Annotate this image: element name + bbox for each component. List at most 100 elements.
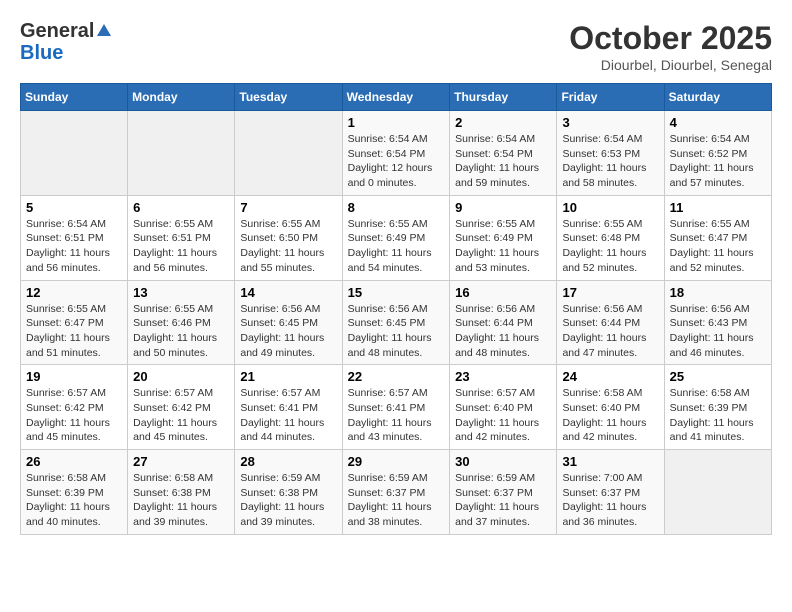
day-number: 21 [240,369,336,384]
day-info: Sunrise: 6:55 AMSunset: 6:49 PMDaylight:… [455,217,551,276]
calendar-cell: 14 Sunrise: 6:56 AMSunset: 6:45 PMDayligh… [235,280,342,365]
day-info: Sunrise: 6:57 AMSunset: 6:41 PMDaylight:… [240,386,336,445]
calendar-cell: 17Sunrise: 6:56 AMSunset: 6:44 PMDayligh… [557,280,664,365]
calendar-cell: 22Sunrise: 6:57 AMSunset: 6:41 PMDayligh… [342,365,450,450]
day-info: Sunrise: 7:00 AMSunset: 6:37 PMDaylight:… [562,471,658,530]
day-info: Sunrise: 6:56 AMSunset: 6:43 PMDaylight:… [670,302,766,361]
day-number: 17 [562,285,658,300]
day-info: Sunrise: 6:54 AMSunset: 6:53 PMDaylight:… [562,132,658,191]
day-number: 2 [455,115,551,130]
day-number: 22 [348,369,445,384]
day-info: Sunrise: 6:58 AMSunset: 6:40 PMDaylight:… [562,386,658,445]
page-header: General Blue October 2025 Diourbel, Diou… [20,20,772,73]
day-number: 15 [348,285,445,300]
calendar-cell: 11 Sunrise: 6:55 AMSunset: 6:47 PMDayligh… [664,195,771,280]
calendar-cell: 9 Sunrise: 6:55 AMSunset: 6:49 PMDaylight… [450,195,557,280]
day-number: 31 [562,454,658,469]
day-info: Sunrise: 6:59 AMSunset: 6:37 PMDaylight:… [348,471,445,530]
day-number: 29 [348,454,445,469]
day-number: 10 [562,200,658,215]
calendar-cell: 5Sunrise: 6:54 AMSunset: 6:51 PMDaylight… [21,195,128,280]
calendar-cell: 6 Sunrise: 6:55 AMSunset: 6:51 PMDaylight… [128,195,235,280]
day-number: 9 [455,200,551,215]
day-info: Sunrise: 6:58 AMSunset: 6:39 PMDaylight:… [670,386,766,445]
day-info: Sunrise: 6:55 AMSunset: 6:47 PMDaylight:… [26,302,122,361]
logo-line2: Blue [20,42,111,64]
day-info: Sunrise: 6:59 AMSunset: 6:38 PMDaylight:… [240,471,336,530]
header-row: Sunday Monday Tuesday Wednesday Thursday… [21,84,772,111]
day-info: Sunrise: 6:57 AMSunset: 6:40 PMDaylight:… [455,386,551,445]
calendar-cell: 19 Sunrise: 6:57 AMSunset: 6:42 PMDayligh… [21,365,128,450]
day-number: 23 [455,369,551,384]
day-number: 3 [562,115,658,130]
day-info: Sunrise: 6:54 AMSunset: 6:54 PMDaylight:… [455,132,551,191]
calendar-cell: 31 Sunrise: 7:00 AMSunset: 6:37 PMDayligh… [557,450,664,535]
col-thursday: Thursday [450,84,557,111]
day-number: 6 [133,200,229,215]
day-info: Sunrise: 6:57 AMSunset: 6:42 PMDaylight:… [26,386,122,445]
calendar-cell [21,111,128,196]
logo: General Blue [20,20,111,64]
calendar-subtitle: Diourbel, Diourbel, Senegal [569,57,772,73]
calendar-cell: 18Sunrise: 6:56 AMSunset: 6:43 PMDayligh… [664,280,771,365]
calendar-cell [235,111,342,196]
day-number: 8 [348,200,445,215]
day-info: Sunrise: 6:57 AMSunset: 6:42 PMDaylight:… [133,386,229,445]
col-sunday: Sunday [21,84,128,111]
calendar-cell: 30 Sunrise: 6:59 AMSunset: 6:37 PMDayligh… [450,450,557,535]
col-wednesday: Wednesday [342,84,450,111]
day-info: Sunrise: 6:56 AMSunset: 6:45 PMDaylight:… [348,302,445,361]
calendar-cell: 21 Sunrise: 6:57 AMSunset: 6:41 PMDayligh… [235,365,342,450]
day-number: 26 [26,454,122,469]
calendar-cell: 12 Sunrise: 6:55 AMSunset: 6:47 PMDayligh… [21,280,128,365]
calendar-cell: 29 Sunrise: 6:59 AMSunset: 6:37 PMDayligh… [342,450,450,535]
day-info: Sunrise: 6:55 AMSunset: 6:51 PMDaylight:… [133,217,229,276]
calendar-week-3: 12 Sunrise: 6:55 AMSunset: 6:47 PMDayligh… [21,280,772,365]
day-info: Sunrise: 6:58 AMSunset: 6:39 PMDaylight:… [26,471,122,530]
calendar-week-1: 1 Sunrise: 6:54 AMSunset: 6:54 PMDaylight… [21,111,772,196]
day-info: Sunrise: 6:55 AMSunset: 6:47 PMDaylight:… [670,217,766,276]
day-info: Sunrise: 6:56 AMSunset: 6:44 PMDaylight:… [455,302,551,361]
col-friday: Friday [557,84,664,111]
calendar-table: Sunday Monday Tuesday Wednesday Thursday… [20,83,772,535]
day-info: Sunrise: 6:55 AMSunset: 6:50 PMDaylight:… [240,217,336,276]
day-info: Sunrise: 6:54 AMSunset: 6:51 PMDaylight:… [26,217,122,276]
calendar-cell: 20 Sunrise: 6:57 AMSunset: 6:42 PMDayligh… [128,365,235,450]
day-number: 7 [240,200,336,215]
calendar-cell: 1 Sunrise: 6:54 AMSunset: 6:54 PMDaylight… [342,111,450,196]
calendar-header: Sunday Monday Tuesday Wednesday Thursday… [21,84,772,111]
calendar-cell: 10 Sunrise: 6:55 AMSunset: 6:48 PMDayligh… [557,195,664,280]
calendar-cell: 7 Sunrise: 6:55 AMSunset: 6:50 PMDaylight… [235,195,342,280]
day-number: 28 [240,454,336,469]
calendar-cell: 27Sunrise: 6:58 AMSunset: 6:38 PMDayligh… [128,450,235,535]
day-info: Sunrise: 6:55 AMSunset: 6:48 PMDaylight:… [562,217,658,276]
day-number: 27 [133,454,229,469]
day-info: Sunrise: 6:54 AMSunset: 6:54 PMDaylight:… [348,132,445,191]
calendar-cell: 24Sunrise: 6:58 AMSunset: 6:40 PMDayligh… [557,365,664,450]
day-number: 30 [455,454,551,469]
calendar-title: October 2025 [569,20,772,57]
day-number: 20 [133,369,229,384]
col-monday: Monday [128,84,235,111]
day-info: Sunrise: 6:54 AMSunset: 6:52 PMDaylight:… [670,132,766,191]
calendar-cell: 8Sunrise: 6:55 AMSunset: 6:49 PMDaylight… [342,195,450,280]
calendar-cell: 15 Sunrise: 6:56 AMSunset: 6:45 PMDayligh… [342,280,450,365]
day-number: 1 [348,115,445,130]
calendar-cell: 16Sunrise: 6:56 AMSunset: 6:44 PMDayligh… [450,280,557,365]
title-block: October 2025 Diourbel, Diourbel, Senegal [569,20,772,73]
logo-line1: General [20,20,111,42]
calendar-cell: 26 Sunrise: 6:58 AMSunset: 6:39 PMDayligh… [21,450,128,535]
day-number: 13 [133,285,229,300]
day-number: 11 [670,200,766,215]
day-number: 12 [26,285,122,300]
day-info: Sunrise: 6:59 AMSunset: 6:37 PMDaylight:… [455,471,551,530]
day-number: 14 [240,285,336,300]
day-info: Sunrise: 6:55 AMSunset: 6:46 PMDaylight:… [133,302,229,361]
col-saturday: Saturday [664,84,771,111]
day-number: 4 [670,115,766,130]
calendar-cell [664,450,771,535]
day-number: 19 [26,369,122,384]
calendar-cell: 2 Sunrise: 6:54 AMSunset: 6:54 PMDaylight… [450,111,557,196]
day-info: Sunrise: 6:56 AMSunset: 6:45 PMDaylight:… [240,302,336,361]
calendar-cell: 13 Sunrise: 6:55 AMSunset: 6:46 PMDayligh… [128,280,235,365]
